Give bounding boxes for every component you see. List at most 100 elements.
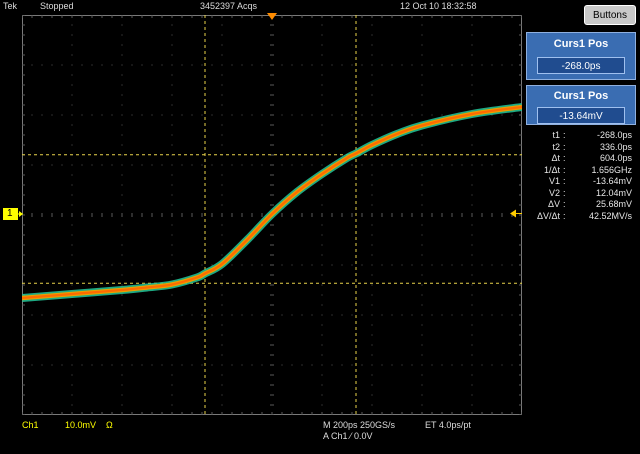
channel-coupling: Ω (106, 420, 113, 430)
et-readout: ET 4.0ps/pt (425, 420, 471, 430)
grid-dot (471, 94, 473, 96)
brand-label: Tek (3, 1, 18, 11)
grid-dot (171, 204, 173, 206)
grid-dot (321, 354, 323, 356)
grid-dot (121, 394, 123, 396)
grid-dot (71, 224, 73, 226)
grid-dot (371, 304, 373, 306)
waveform-display[interactable] (22, 15, 522, 415)
grid-dot (421, 234, 423, 236)
grid-dot (301, 264, 303, 266)
grid-dot (321, 204, 323, 206)
measurement-label: t2 (552, 141, 560, 152)
grid-dot (421, 344, 423, 346)
grid-dot (371, 244, 373, 246)
grid-dot (51, 114, 53, 116)
grid-dot (401, 314, 403, 316)
grid-dot (371, 24, 373, 26)
measurement-separator: : (563, 176, 566, 186)
grid-dot (171, 254, 173, 256)
grid-dot (221, 374, 223, 376)
grid-dot (281, 64, 283, 66)
grid-dot (171, 54, 173, 56)
grid-dot (31, 164, 33, 166)
grid-dot (71, 54, 73, 56)
grid-dot (351, 264, 353, 266)
bottom-info-bar: Ch1 10.0mV Ω M 200ps 250GS/s ET 4.0ps/pt… (0, 418, 640, 454)
grid-dot (71, 264, 73, 266)
grid-dot (221, 224, 223, 226)
trigger-position-icon[interactable] (267, 13, 277, 21)
grid-dot (321, 304, 323, 306)
grid-dot (231, 364, 233, 366)
grid-dot (371, 204, 373, 206)
cursor-time-panel[interactable]: Curs1 Pos -268.0ps (526, 32, 636, 80)
trigger-level-icon[interactable] (510, 209, 522, 218)
grid-dot (171, 304, 173, 306)
grid-dot (371, 294, 373, 296)
waveform-envelope (22, 103, 522, 302)
grid-dot (291, 114, 293, 116)
cursor-volt-value[interactable]: -13.64mV (537, 107, 625, 124)
grid-dot (141, 164, 143, 166)
buttons-button[interactable]: Buttons (584, 5, 636, 25)
cursor-time-value[interactable]: -268.0ps (537, 57, 625, 74)
grid-dot (371, 394, 373, 396)
measurement-value: 12.04mV (595, 187, 632, 198)
grid-dot (251, 114, 253, 116)
grid-dot (181, 364, 183, 366)
grid-dot (401, 114, 403, 116)
grid-dot (471, 244, 473, 246)
grid-dot (391, 164, 393, 166)
grid-dot (71, 324, 73, 326)
grid-dot (141, 114, 143, 116)
grid-dot (221, 354, 223, 356)
grid-dot (221, 254, 223, 256)
grid-dot (321, 234, 323, 236)
grid-dot (361, 164, 363, 166)
grid-dot (121, 364, 123, 366)
grid-dot (231, 64, 233, 66)
grid-dot (471, 164, 473, 166)
grid-dot (371, 374, 373, 376)
grid-dot (261, 314, 263, 316)
grid-dot (421, 154, 423, 156)
measurement-value: 1.656GHz (591, 164, 632, 175)
grid-dot (281, 314, 283, 316)
grid-dot (121, 344, 123, 346)
grid-dot (421, 194, 423, 196)
grid-dot (341, 314, 343, 316)
grid-dot (201, 364, 203, 366)
grid-dot (71, 204, 73, 206)
grid-dot (81, 264, 83, 266)
grid-dot (171, 384, 173, 386)
grid-dot (431, 314, 433, 316)
grid-dot (471, 74, 473, 76)
grid-dot (381, 114, 383, 116)
grid-dot (241, 364, 243, 366)
grid-dot (141, 314, 143, 316)
grid-dot (461, 64, 463, 66)
grid-dot (301, 114, 303, 116)
grid-dot (151, 114, 153, 116)
grid-dot (421, 74, 423, 76)
grid-dot (171, 34, 173, 36)
grid-dot (221, 54, 223, 56)
grid-dot (481, 64, 483, 66)
grid-dot (451, 314, 453, 316)
grid-dot (111, 364, 113, 366)
grid-dot (71, 284, 73, 286)
grid-dot (191, 164, 193, 166)
measurement-value: -268.0ps (596, 130, 632, 140)
grid-dot (151, 364, 153, 366)
grid-dot (501, 114, 503, 116)
grid-dot (421, 144, 423, 146)
grid-dot (371, 354, 373, 356)
grid-dot (461, 314, 463, 316)
grid-dot (151, 164, 153, 166)
grid-dot (211, 264, 213, 266)
grid-dot (51, 264, 53, 266)
grid-dot (321, 84, 323, 86)
cursor-volt-panel[interactable]: Curs1 Pos -13.64mV (526, 85, 636, 125)
grid-dot (201, 314, 203, 316)
